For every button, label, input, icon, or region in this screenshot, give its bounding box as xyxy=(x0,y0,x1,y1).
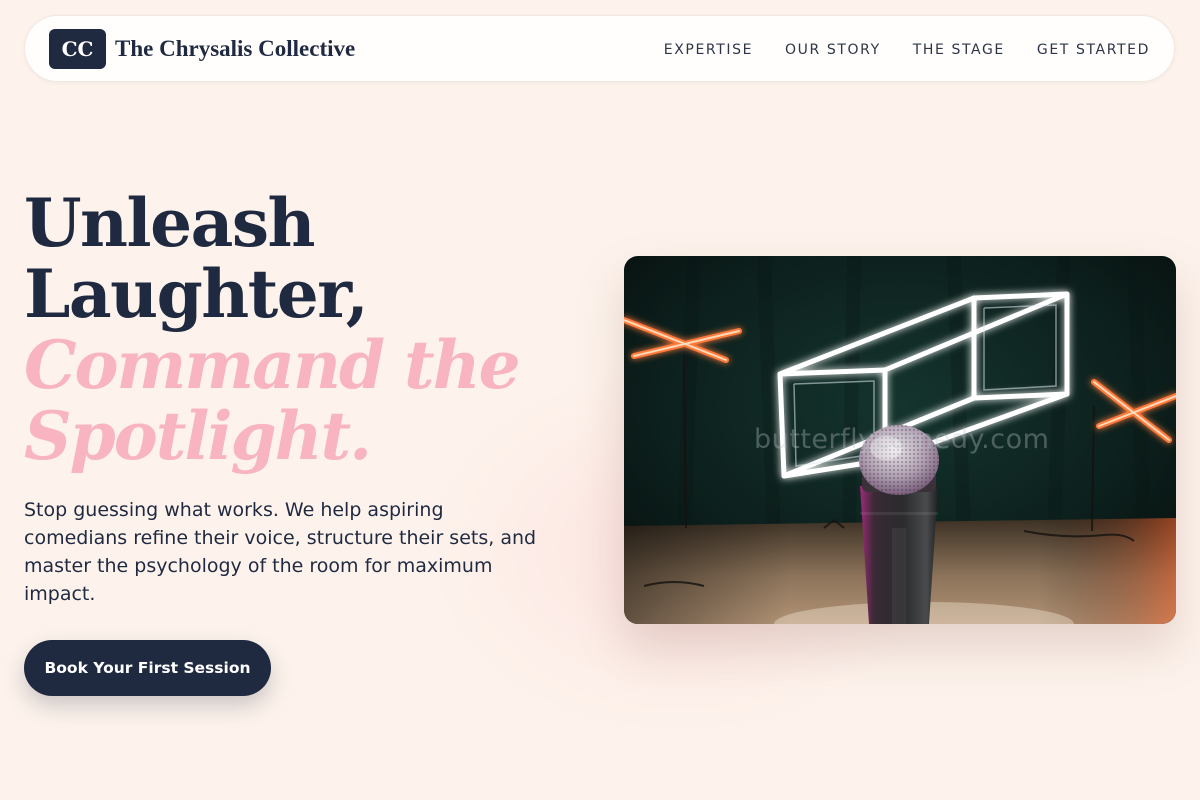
book-session-button[interactable]: Book Your First Session xyxy=(24,640,271,696)
nav-link-our-story[interactable]: OUR STORY xyxy=(785,42,881,58)
nav-link-the-stage[interactable]: THE STAGE xyxy=(913,42,1005,58)
headline-line-1: Unleash xyxy=(24,184,316,262)
headline-line-2: Laughter, xyxy=(24,255,369,333)
nav-link-expertise[interactable]: EXPERTISE xyxy=(664,42,753,58)
brand-name[interactable]: The Chrysalis Collective xyxy=(115,34,355,64)
headline-accent-line-1: Command the xyxy=(24,326,521,404)
hero-stage-image: butterflycomedy.com xyxy=(624,256,1176,624)
nav-link-get-started[interactable]: GET STARTED xyxy=(1037,42,1150,58)
hero-description: Stop guessing what works. We help aspiri… xyxy=(24,499,537,605)
hero-headline: Unleash Laughter, Command the Spotlight. xyxy=(24,184,521,475)
top-navigation-bar: CC The Chrysalis Collective EXPERTISE OU… xyxy=(24,15,1175,82)
headline-accent-line-2: Spotlight. xyxy=(24,397,372,475)
logo-badge[interactable]: CC xyxy=(49,29,106,69)
nav-links: EXPERTISE OUR STORY THE STAGE GET STARTE… xyxy=(664,16,1150,83)
image-watermark: butterflycomedy.com xyxy=(754,424,1050,455)
